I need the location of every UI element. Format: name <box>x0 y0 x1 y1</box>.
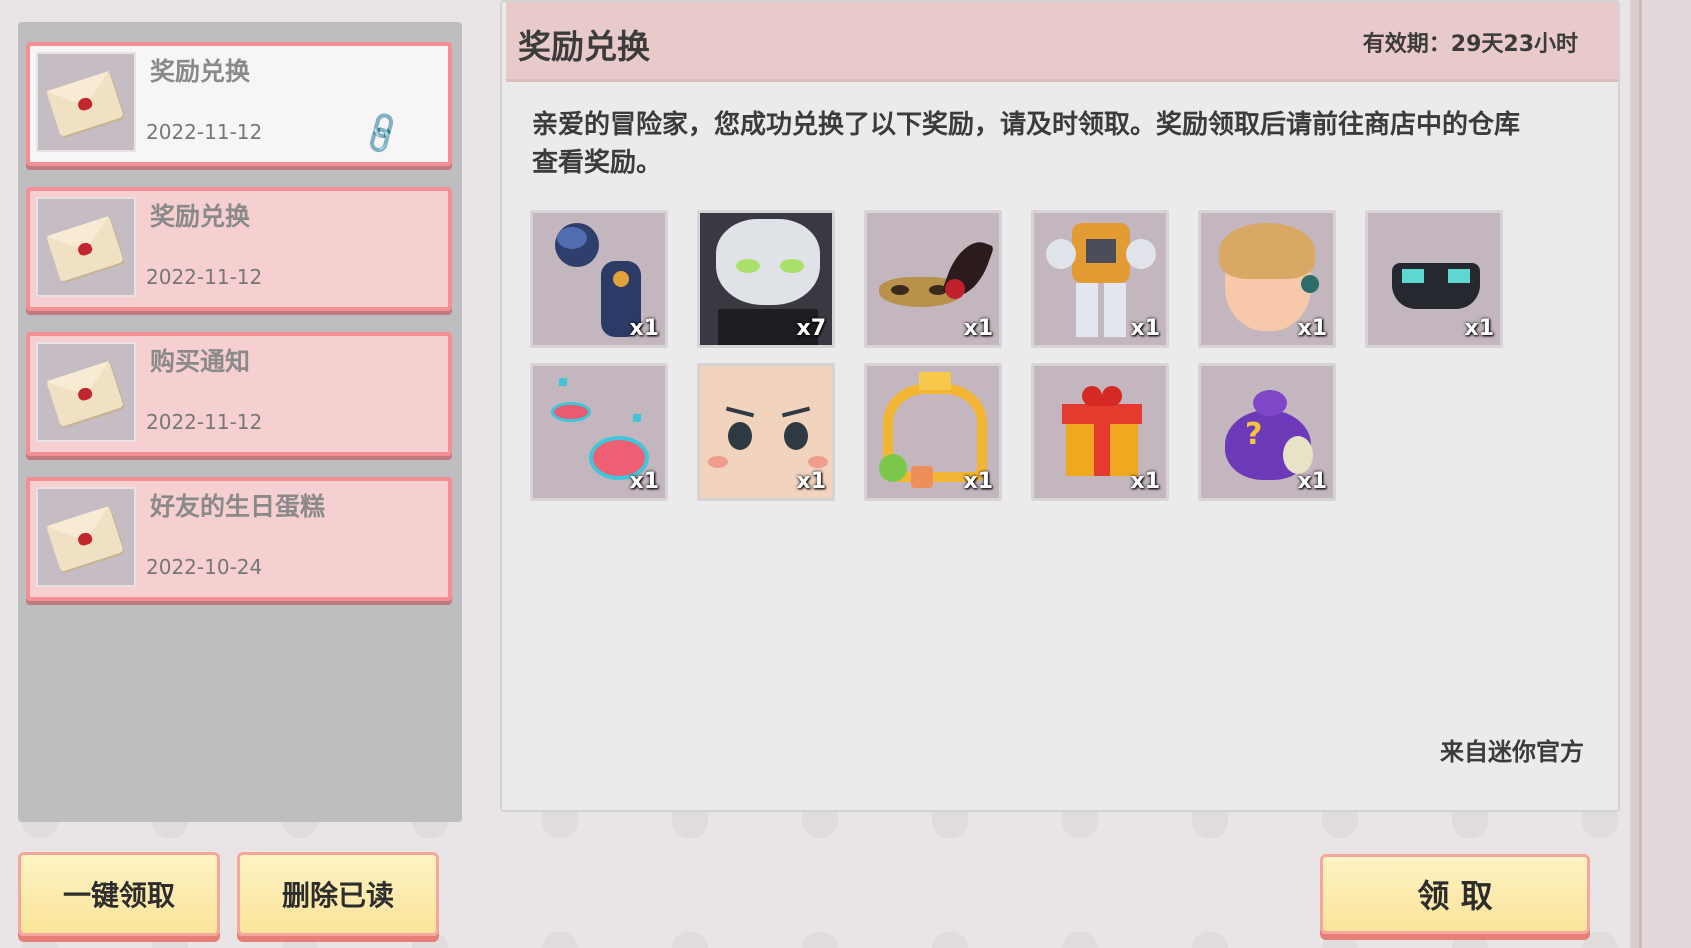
paperclip-icon: 🔗 <box>357 109 408 159</box>
mail-date: 2022-11-12 <box>146 120 263 144</box>
right-edge-frame <box>1630 0 1691 948</box>
reward-quantity: x1 <box>963 469 994 494</box>
reward-quantity: x1 <box>1297 469 1328 494</box>
envelope-icon <box>46 505 124 573</box>
reward-item[interactable]: x1 <box>697 363 835 501</box>
mail-detail-title: 奖励兑换 <box>518 27 650 66</box>
sender-label: 来自迷你官方 <box>1440 738 1584 766</box>
reward-quantity: x1 <box>1130 316 1161 341</box>
mail-thumb <box>36 52 136 152</box>
envelope-icon <box>46 360 124 428</box>
mail-thumb <box>36 487 136 587</box>
reward-quantity: x1 <box>629 316 660 341</box>
mail-item[interactable]: 购买通知 2022-11-12 <box>26 332 452 456</box>
reward-item[interactable]: x1 <box>1031 210 1169 348</box>
mail-date: 2022-11-12 <box>146 265 263 289</box>
delete-read-button[interactable]: 删除已读 <box>237 852 439 936</box>
mail-date: 2022-11-12 <box>146 410 263 434</box>
mail-thumb <box>36 197 136 297</box>
mail-detail-header: 奖励兑换 有效期：29天23小时 <box>506 2 1618 82</box>
mail-item[interactable]: 奖励兑换 2022-11-12 🔗 <box>26 42 452 166</box>
mail-item[interactable]: 好友的生日蛋糕 2022-10-24 <box>26 477 452 601</box>
reward-item[interactable]: x1 <box>1031 363 1169 501</box>
mail-title: 奖励兑换 <box>150 57 251 86</box>
envelope-icon <box>46 70 124 138</box>
mail-date: 2022-10-24 <box>146 555 263 579</box>
reward-quantity: x1 <box>1464 316 1495 341</box>
mail-thumb <box>36 342 136 442</box>
reward-item[interactable]: x1 <box>864 210 1002 348</box>
mail-item[interactable]: 奖励兑换 2022-11-12 <box>26 187 452 311</box>
reward-quantity: x1 <box>629 469 660 494</box>
reward-quantity: x7 <box>796 316 827 341</box>
mail-title: 购买通知 <box>150 347 251 376</box>
reward-item[interactable]: x7 <box>697 210 835 348</box>
mail-title: 奖励兑换 <box>150 202 251 231</box>
reward-item[interactable]: x1 <box>530 210 668 348</box>
claim-button[interactable]: 领 取 <box>1320 854 1590 934</box>
claim-all-button[interactable]: 一键领取 <box>18 852 220 936</box>
envelope-icon <box>46 215 124 283</box>
reward-item[interactable]: x1 <box>1198 210 1336 348</box>
mail-list-panel: 奖励兑换 2022-11-12 🔗 奖励兑换 2022-11-12 购买通知 2… <box>18 22 462 822</box>
reward-quantity: x1 <box>796 469 827 494</box>
reward-quantity: x1 <box>1130 469 1161 494</box>
mail-title: 好友的生日蛋糕 <box>150 492 326 521</box>
mail-detail-panel: 奖励兑换 有效期：29天23小时 亲爱的冒险家，您成功兑换了以下奖励，请及时领取… <box>500 0 1620 812</box>
reward-item[interactable]: ? x1 <box>1198 363 1336 501</box>
reward-item[interactable]: x1 <box>1365 210 1503 348</box>
reward-quantity: x1 <box>1297 316 1328 341</box>
reward-item[interactable]: x1 <box>530 363 668 501</box>
reward-quantity: x1 <box>963 316 994 341</box>
mail-message: 亲爱的冒险家，您成功兑换了以下奖励，请及时领取。奖励领取后请前往商店中的仓库查看… <box>532 110 1521 178</box>
validity-text: 有效期：29天23小时 <box>1362 32 1578 57</box>
reward-item[interactable]: x1 <box>864 363 1002 501</box>
